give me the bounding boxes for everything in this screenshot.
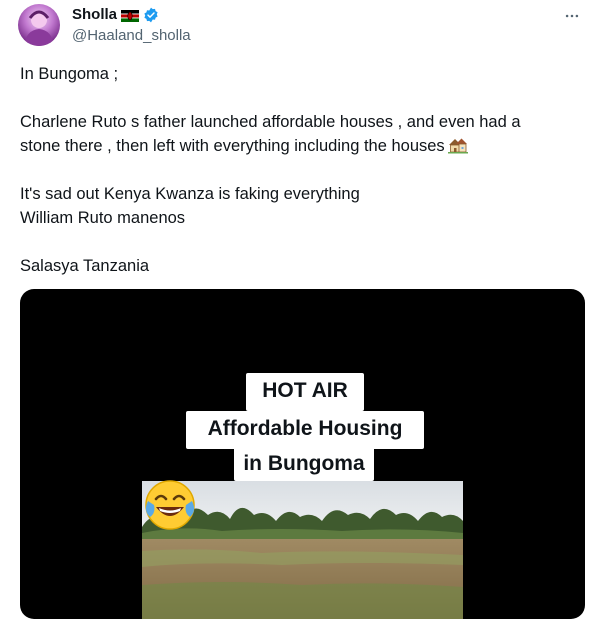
video-caption-line: in Bungoma xyxy=(234,447,374,481)
author-handle[interactable]: @Haaland_sholla xyxy=(72,27,191,44)
author-display-name[interactable]: Sholla xyxy=(72,6,117,23)
author-name-row: Sholla xyxy=(72,6,159,23)
more-options-button[interactable] xyxy=(561,6,583,26)
tweet-line: William Ruto manenos xyxy=(20,209,186,227)
tweet-line: It's sad out Kenya Kwanza is faking ever… xyxy=(20,185,360,203)
tweet-line-with-emoji: stone there , then left with everything … xyxy=(20,134,580,158)
kenya-flag-icon xyxy=(121,9,140,22)
tweet-line: Salasya Tanzania xyxy=(20,257,150,275)
more-options-icon xyxy=(565,14,579,18)
tweet-paragraph: It's sad out Kenya Kwanza is faking ever… xyxy=(20,182,580,230)
avatar[interactable] xyxy=(18,4,60,46)
tweet-line: In Bungoma ; xyxy=(20,65,119,83)
tweet-paragraph: In Bungoma ; xyxy=(20,62,580,86)
video-caption-line: HOT AIR xyxy=(246,373,364,411)
tweet-line: Charlene Ruto s father launched affordab… xyxy=(20,113,521,131)
tweet-text: In Bungoma ; Charlene Ruto s father laun… xyxy=(20,62,580,302)
tweet-card[interactable]: Sholla @Haaland_sholla In Bungoma ; Char… xyxy=(0,0,599,619)
verified-badge-icon xyxy=(143,7,159,23)
video-caption-line: Affordable Housing xyxy=(186,411,424,449)
tears-of-joy-emoji-icon xyxy=(142,477,198,533)
houses-emoji-icon xyxy=(447,136,468,154)
avatar-image xyxy=(24,10,54,46)
tweet-paragraph: Salasya Tanzania xyxy=(20,254,580,278)
tweet-video[interactable]: HOT AIR Affordable Housing in Bungoma xyxy=(20,289,585,619)
tweet-line: stone there , then left with everything … xyxy=(20,137,445,155)
tweet-paragraph: Charlene Ruto s father launched affordab… xyxy=(20,110,580,158)
